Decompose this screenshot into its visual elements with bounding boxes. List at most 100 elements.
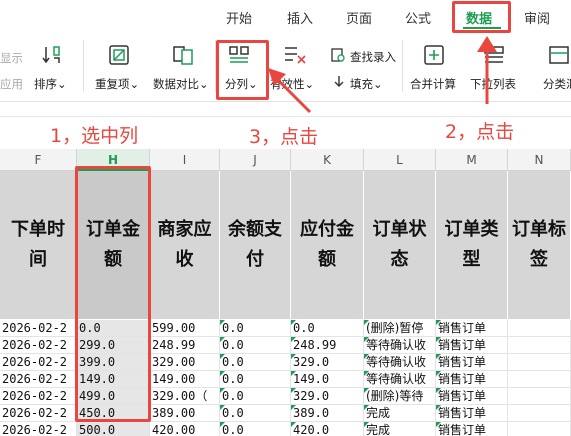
tab-review[interactable]: 审阅 xyxy=(524,8,550,27)
fill-button[interactable]: 填充⌄ xyxy=(350,76,383,92)
highlight-selected-column xyxy=(75,166,151,422)
header-cell-balance-payment[interactable]: 余额支付 xyxy=(220,171,291,319)
table-cell[interactable]: 2026-02-2 xyxy=(0,337,77,354)
table-cell[interactable]: 329.0 xyxy=(291,388,364,405)
column-header-M[interactable]: M xyxy=(436,149,508,171)
table-cell[interactable]: 完成 xyxy=(364,405,436,422)
show-partial-label[interactable]: 显示 xyxy=(0,50,23,66)
sort-dropdown-icon: ⌄ xyxy=(57,77,67,91)
header-cell-payable-amount[interactable]: 应付金额 xyxy=(291,171,364,319)
table-cell[interactable]: 0.0 xyxy=(220,388,291,405)
error-indicator-icon xyxy=(291,337,296,342)
table-cell[interactable]: 等待确认收 xyxy=(364,337,436,354)
table-cell[interactable]: 0.0 xyxy=(220,422,291,436)
column-header-I[interactable]: I xyxy=(150,149,220,171)
table-cell[interactable]: 销售订单 xyxy=(436,337,508,354)
table-cell[interactable]: 329.00（ xyxy=(150,388,220,405)
table-cell[interactable]: 销售订单 xyxy=(436,422,508,436)
table-cell[interactable]: (删除)暂停 xyxy=(364,320,436,337)
sort-label: 排序 xyxy=(34,77,57,91)
column-header-N[interactable]: N xyxy=(508,149,571,171)
table-cell[interactable]: 销售订单 xyxy=(436,371,508,388)
error-indicator-icon xyxy=(436,388,441,393)
table-cell[interactable]: 329.00 xyxy=(150,354,220,371)
tab-page[interactable]: 页面 xyxy=(346,8,372,27)
header-cell-order-type[interactable]: 订单类型 xyxy=(436,171,508,319)
compare-button[interactable]: 数据对比⌄ xyxy=(153,76,209,92)
header-cell-order-time[interactable]: 下单时间 xyxy=(0,171,77,319)
apply-partial-label[interactable]: 应用 xyxy=(0,76,23,92)
table-cell[interactable] xyxy=(508,388,571,405)
duplicates-icon xyxy=(109,45,129,65)
table-cell[interactable]: (删除)等待 xyxy=(364,388,436,405)
table-cell[interactable]: 销售订单 xyxy=(436,405,508,422)
table-cell[interactable] xyxy=(508,320,571,337)
table-cell[interactable]: 599.00 xyxy=(150,320,220,337)
sort-icon xyxy=(42,46,60,64)
table-cell[interactable]: 0.0 xyxy=(220,354,291,371)
table-cell[interactable] xyxy=(508,371,571,388)
table-cell[interactable]: 销售订单 xyxy=(436,320,508,337)
table-cell[interactable]: 0.0 xyxy=(220,337,291,354)
table-cell[interactable]: 420.0 xyxy=(291,422,364,436)
table-cell[interactable]: 2026-02-2 xyxy=(0,422,77,436)
table-cell[interactable]: 149.0 xyxy=(291,371,364,388)
error-indicator-icon xyxy=(436,354,441,359)
table-cell[interactable]: 等待确认收 xyxy=(364,354,436,371)
find-entry-button[interactable]: 查找录入 xyxy=(350,49,396,65)
table-cell[interactable]: 2026-02-2 xyxy=(0,354,77,371)
table-cell[interactable]: 2026-02-2 xyxy=(0,388,77,405)
table-cell[interactable] xyxy=(508,337,571,354)
table-cell[interactable]: 等待确认收 xyxy=(364,371,436,388)
table-cell[interactable]: 420.00 xyxy=(150,422,220,436)
table-cell[interactable] xyxy=(508,422,571,436)
table-cell[interactable] xyxy=(508,354,571,371)
error-indicator-icon xyxy=(220,371,225,376)
error-indicator-icon xyxy=(220,337,225,342)
table-cell[interactable]: 2026-02-2 xyxy=(0,405,77,422)
duplicates-button[interactable]: 重复项⌄ xyxy=(95,76,139,92)
header-cell-order-tag[interactable]: 订单标签 xyxy=(508,171,571,319)
column-header-L[interactable]: L xyxy=(364,149,436,171)
ribbon-separator xyxy=(402,40,403,92)
tab-formula[interactable]: 公式 xyxy=(405,8,431,27)
table-cell[interactable]: 销售订单 xyxy=(436,388,508,405)
error-indicator-icon xyxy=(291,422,296,427)
table-cell[interactable]: 销售订单 xyxy=(436,354,508,371)
tab-insert[interactable]: 插入 xyxy=(287,8,313,27)
annotation-step1: 1，选中列 xyxy=(50,125,139,147)
subtotal-icon xyxy=(549,46,569,64)
table-cell[interactable]: 2026-02-2 xyxy=(0,371,77,388)
fill-label: 填充 xyxy=(350,77,373,91)
error-indicator-icon xyxy=(291,371,296,376)
annotation-step3: 3，点击 xyxy=(249,126,319,148)
merge-calc-button[interactable]: 合并计算 xyxy=(410,76,456,92)
table-cell[interactable]: 500.0 xyxy=(77,422,150,436)
table-cell[interactable]: 329.0 xyxy=(291,354,364,371)
table-cell[interactable]: 完成 xyxy=(364,422,436,436)
column-header-F[interactable]: F xyxy=(0,149,77,171)
table-cell[interactable]: 149.00 xyxy=(150,371,220,388)
column-header-K[interactable]: K xyxy=(291,149,364,171)
header-label: 商家应收 xyxy=(157,219,212,270)
table-cell[interactable]: 248.99 xyxy=(291,337,364,354)
table-cell[interactable]: 0.0 xyxy=(220,405,291,422)
subtotal-button[interactable]: 分类汇 xyxy=(543,76,571,92)
table-cell[interactable]: 2026-02-2 xyxy=(0,320,77,337)
table-cell[interactable]: 0.0 xyxy=(291,320,364,337)
column-header-J[interactable]: J xyxy=(220,149,291,171)
table-cell[interactable]: 0.0 xyxy=(220,371,291,388)
table-cell[interactable] xyxy=(508,405,571,422)
sort-button[interactable]: 排序⌄ xyxy=(34,76,67,92)
fill-icon xyxy=(334,76,344,87)
table-cell[interactable]: 389.00 xyxy=(150,405,220,422)
header-cell-merchant-receivable[interactable]: 商家应收 xyxy=(150,171,220,319)
duplicates-dropdown-icon: ⌄ xyxy=(129,77,140,91)
table-cell[interactable]: 0.0 xyxy=(220,320,291,337)
tab-home[interactable]: 开始 xyxy=(226,8,252,27)
table-cell[interactable]: 248.99 xyxy=(150,337,220,354)
header-cell-order-status[interactable]: 订单状态 xyxy=(364,171,436,319)
error-indicator-icon xyxy=(436,405,441,410)
error-indicator-icon xyxy=(436,337,441,342)
table-cell[interactable]: 389.0 xyxy=(291,405,364,422)
